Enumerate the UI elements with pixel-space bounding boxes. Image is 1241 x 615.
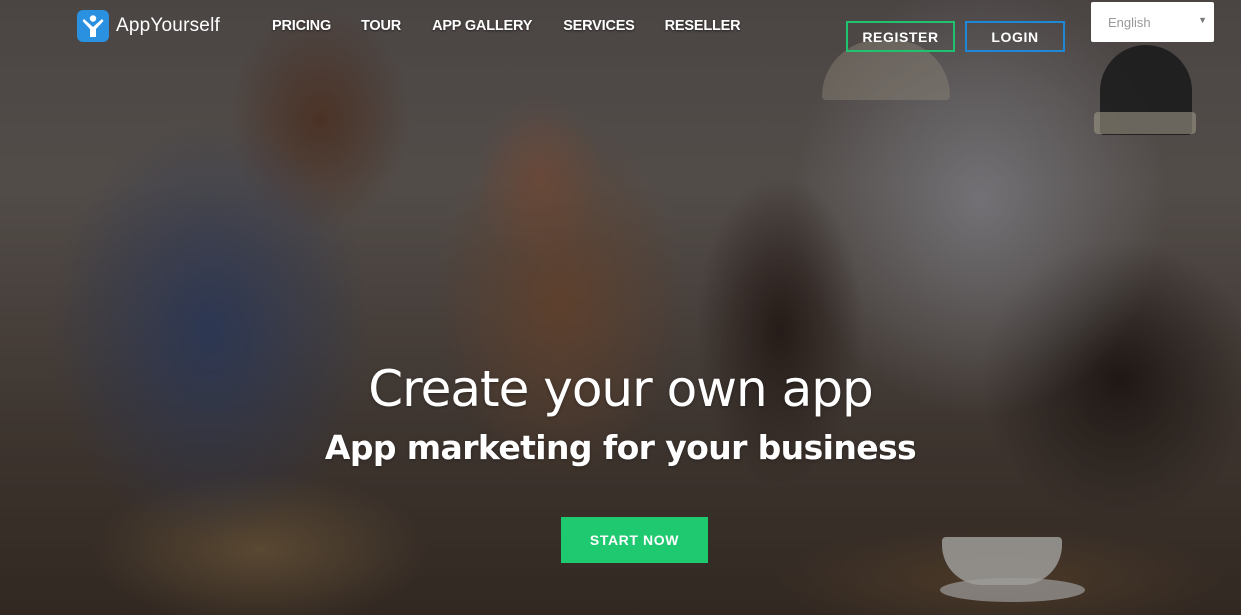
main-nav: PRICING TOUR APP GALLERY SERVICES RESELL…	[272, 18, 741, 34]
nav-item-pricing[interactable]: PRICING	[272, 18, 331, 34]
hero-subtitle: App marketing for your business	[324, 428, 917, 467]
login-button[interactable]: LOGIN	[965, 21, 1065, 52]
person-raising-arms-icon	[77, 10, 109, 42]
language-select[interactable]: English ▼	[1091, 2, 1214, 42]
nav-item-app-gallery[interactable]: APP GALLERY	[432, 18, 532, 34]
brand-logo-link[interactable]: AppYourself	[77, 10, 220, 42]
register-button[interactable]: REGISTER	[846, 21, 955, 52]
caret-down-icon: ▼	[1198, 15, 1207, 25]
language-selected-value: English	[1108, 14, 1151, 30]
hero-title: Create your own app	[368, 360, 874, 418]
nav-item-tour[interactable]: TOUR	[361, 18, 401, 34]
nav-item-services[interactable]: SERVICES	[563, 18, 635, 34]
site-header: AppYourself PRICING TOUR APP GALLERY SER…	[0, 0, 1241, 60]
brand-name: AppYourself	[116, 15, 220, 36]
nav-item-reseller[interactable]: RESELLER	[665, 18, 741, 34]
start-now-button[interactable]: START NOW	[561, 517, 708, 563]
